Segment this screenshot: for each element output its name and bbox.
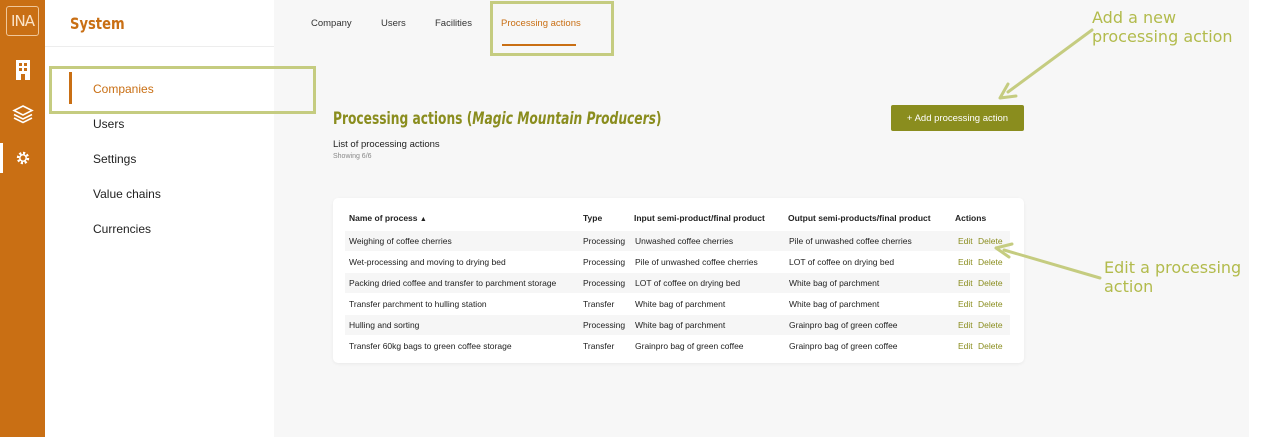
app-window: INA System Companies Users Settings Valu… [0, 0, 1268, 437]
annotation-arrows [994, 28, 1102, 280]
annotation-add-action: Add a new processing action [1092, 8, 1233, 46]
annotation-edit-action: Edit a processing action [1104, 258, 1242, 296]
